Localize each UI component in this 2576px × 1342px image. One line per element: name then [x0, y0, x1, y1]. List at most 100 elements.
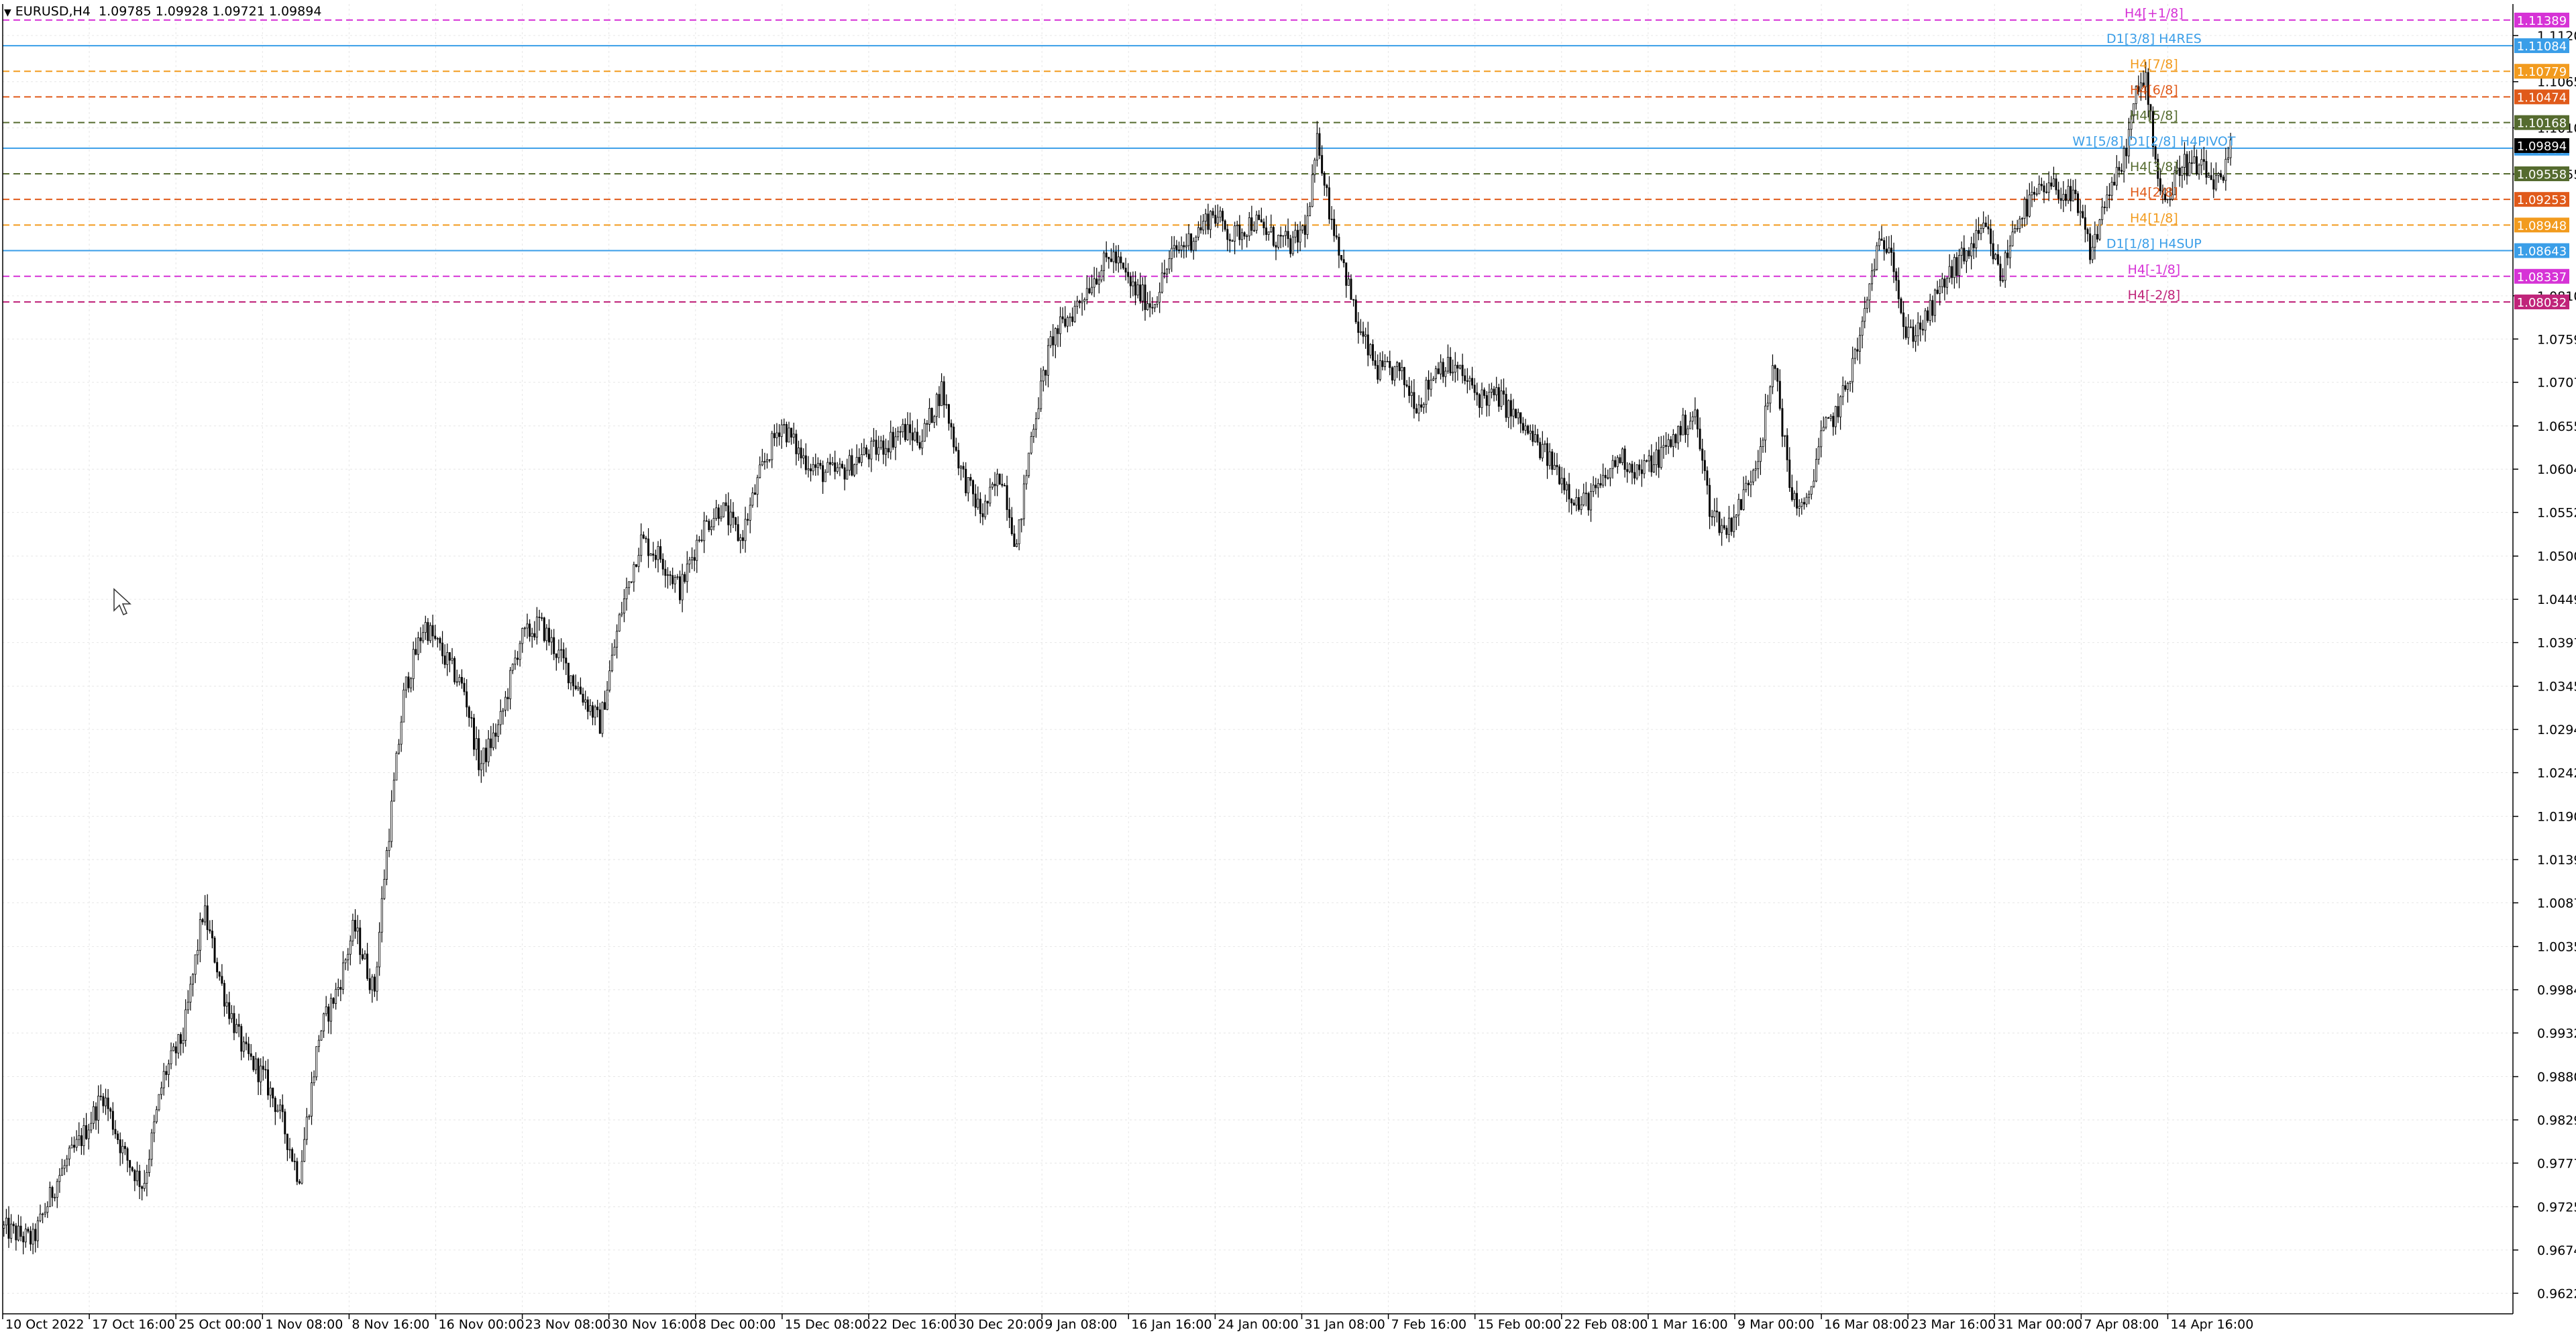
- candle-body: [1464, 375, 1466, 381]
- candle-body: [123, 1145, 126, 1149]
- candle-body: [323, 1013, 325, 1031]
- candle-body: [150, 1132, 153, 1160]
- candle-body: [1745, 482, 1748, 491]
- candle-body: [1228, 239, 1231, 242]
- candle-body: [1602, 474, 1605, 486]
- candle-body: [1672, 434, 1674, 447]
- price-tag-label: 1.10779: [2517, 65, 2567, 79]
- x-tick-label: 17 Oct 16:00: [92, 1317, 175, 1332]
- murrey-level-label: H4[7/8]: [2130, 57, 2178, 72]
- candle-body: [170, 1050, 172, 1064]
- candle-body: [1590, 491, 1593, 511]
- candle-body: [708, 521, 710, 530]
- candle-body: [1803, 502, 1805, 505]
- collapse-triangle-icon[interactable]: ▼: [4, 7, 11, 18]
- candle-body: [947, 404, 950, 424]
- candle-body: [1372, 344, 1374, 361]
- candle-body: [965, 468, 967, 494]
- candle-body: [1841, 385, 1844, 397]
- candle-body: [105, 1097, 107, 1106]
- candle-body: [1810, 486, 1813, 495]
- candle-body: [1001, 484, 1004, 486]
- candle-body: [529, 623, 531, 637]
- candle-body: [46, 1206, 49, 1213]
- candle-body: [1468, 378, 1471, 382]
- candle-body: [1556, 464, 1558, 468]
- candle-body: [1994, 254, 1997, 260]
- candle-body: [918, 442, 921, 449]
- candle-body: [1915, 335, 1917, 342]
- candle-body: [1674, 434, 1677, 444]
- candle-body: [533, 633, 536, 638]
- candle-body: [1202, 221, 1205, 231]
- candle-body: [1640, 469, 1643, 474]
- candle-body: [911, 432, 914, 441]
- candle-body: [1246, 236, 1248, 238]
- candle-body: [1924, 310, 1927, 331]
- candle-body: [785, 424, 788, 443]
- x-tick-label: 16 Jan 16:00: [1131, 1317, 1212, 1332]
- candle-body: [1466, 380, 1468, 382]
- candle-body: [1703, 460, 1706, 471]
- candle-body: [254, 1058, 257, 1070]
- candle-body: [1689, 421, 1692, 429]
- y-tick-label: 1.07590: [2537, 332, 2576, 347]
- candle-body: [1635, 464, 1638, 479]
- y-tick-label: 0.97775: [2537, 1156, 2576, 1171]
- candle-body: [1275, 245, 1277, 248]
- price-chart[interactable]: H4[+1/8] D1[3/8] H4RES H4[7/8] H4[6/8] H4[5/…: [0, 0, 2576, 1339]
- candle-body: [1599, 483, 1602, 486]
- candle-body: [943, 381, 945, 405]
- candle-body: [848, 455, 851, 471]
- x-tick-label: 9 Mar 00:00: [1737, 1317, 1815, 1332]
- candle-body: [2091, 246, 2094, 260]
- chart-area[interactable]: H4[+1/8] D1[3/8] H4RES H4[7/8] H4[6/8] H4[5/…: [0, 0, 2576, 1339]
- candle-body: [598, 709, 601, 734]
- candle-body: [1425, 380, 1428, 405]
- candle-body: [1982, 222, 1985, 229]
- candle-body: [1354, 299, 1357, 323]
- candle-body: [1616, 457, 1619, 467]
- candle-body: [1890, 248, 1892, 253]
- y-tick-label: 1.07075: [2537, 376, 2576, 391]
- candle-body: [117, 1133, 119, 1140]
- candle-body: [1028, 452, 1030, 476]
- candle-body: [2004, 252, 2006, 281]
- candle-body: [1902, 312, 1904, 327]
- candle-body: [506, 696, 509, 699]
- candle-body: [61, 1168, 63, 1176]
- candle-body: [2008, 245, 2011, 258]
- candle-body: [1495, 387, 1498, 396]
- candle-body: [2084, 217, 2086, 230]
- candle-body: [1611, 460, 1614, 469]
- price-tags: 1.11389 1.11084 1.10779 1.10474 1.10168 1.098…: [2514, 12, 2569, 310]
- candle-body: [2198, 164, 2200, 174]
- candle-body: [1793, 493, 1796, 501]
- candle-body: [1633, 472, 1636, 479]
- candle-body: [1662, 445, 1665, 448]
- y-tick-label: 1.04490: [2537, 592, 2576, 607]
- x-tick-label: 31 Mar 00:00: [1997, 1317, 2082, 1332]
- candle-body: [1960, 248, 1963, 256]
- candle-body: [1992, 243, 1994, 260]
- candle-body: [1335, 235, 1338, 238]
- candle-body: [1715, 511, 1718, 513]
- candle-body: [572, 675, 575, 686]
- candle-body: [1686, 428, 1689, 435]
- murrey-level-label: H4[6/8]: [2130, 83, 2178, 97]
- candle-body: [1876, 245, 1878, 270]
- candle-body: [451, 658, 453, 661]
- candle-body: [1428, 380, 1430, 390]
- candle-body: [448, 652, 451, 661]
- price-tag-label: 1.11389: [2517, 14, 2567, 28]
- candle-body: [1839, 396, 1842, 417]
- price-tag-label: 1.09558: [2517, 168, 2567, 182]
- candle-body: [637, 555, 640, 567]
- candle-body: [114, 1129, 117, 1135]
- candle-body: [1907, 327, 1910, 338]
- candle-body: [2101, 207, 2104, 220]
- y-tick-label: 0.99325: [2537, 1026, 2576, 1041]
- candle-body: [715, 507, 718, 519]
- candle-body: [1483, 389, 1486, 396]
- candle-body: [543, 617, 545, 641]
